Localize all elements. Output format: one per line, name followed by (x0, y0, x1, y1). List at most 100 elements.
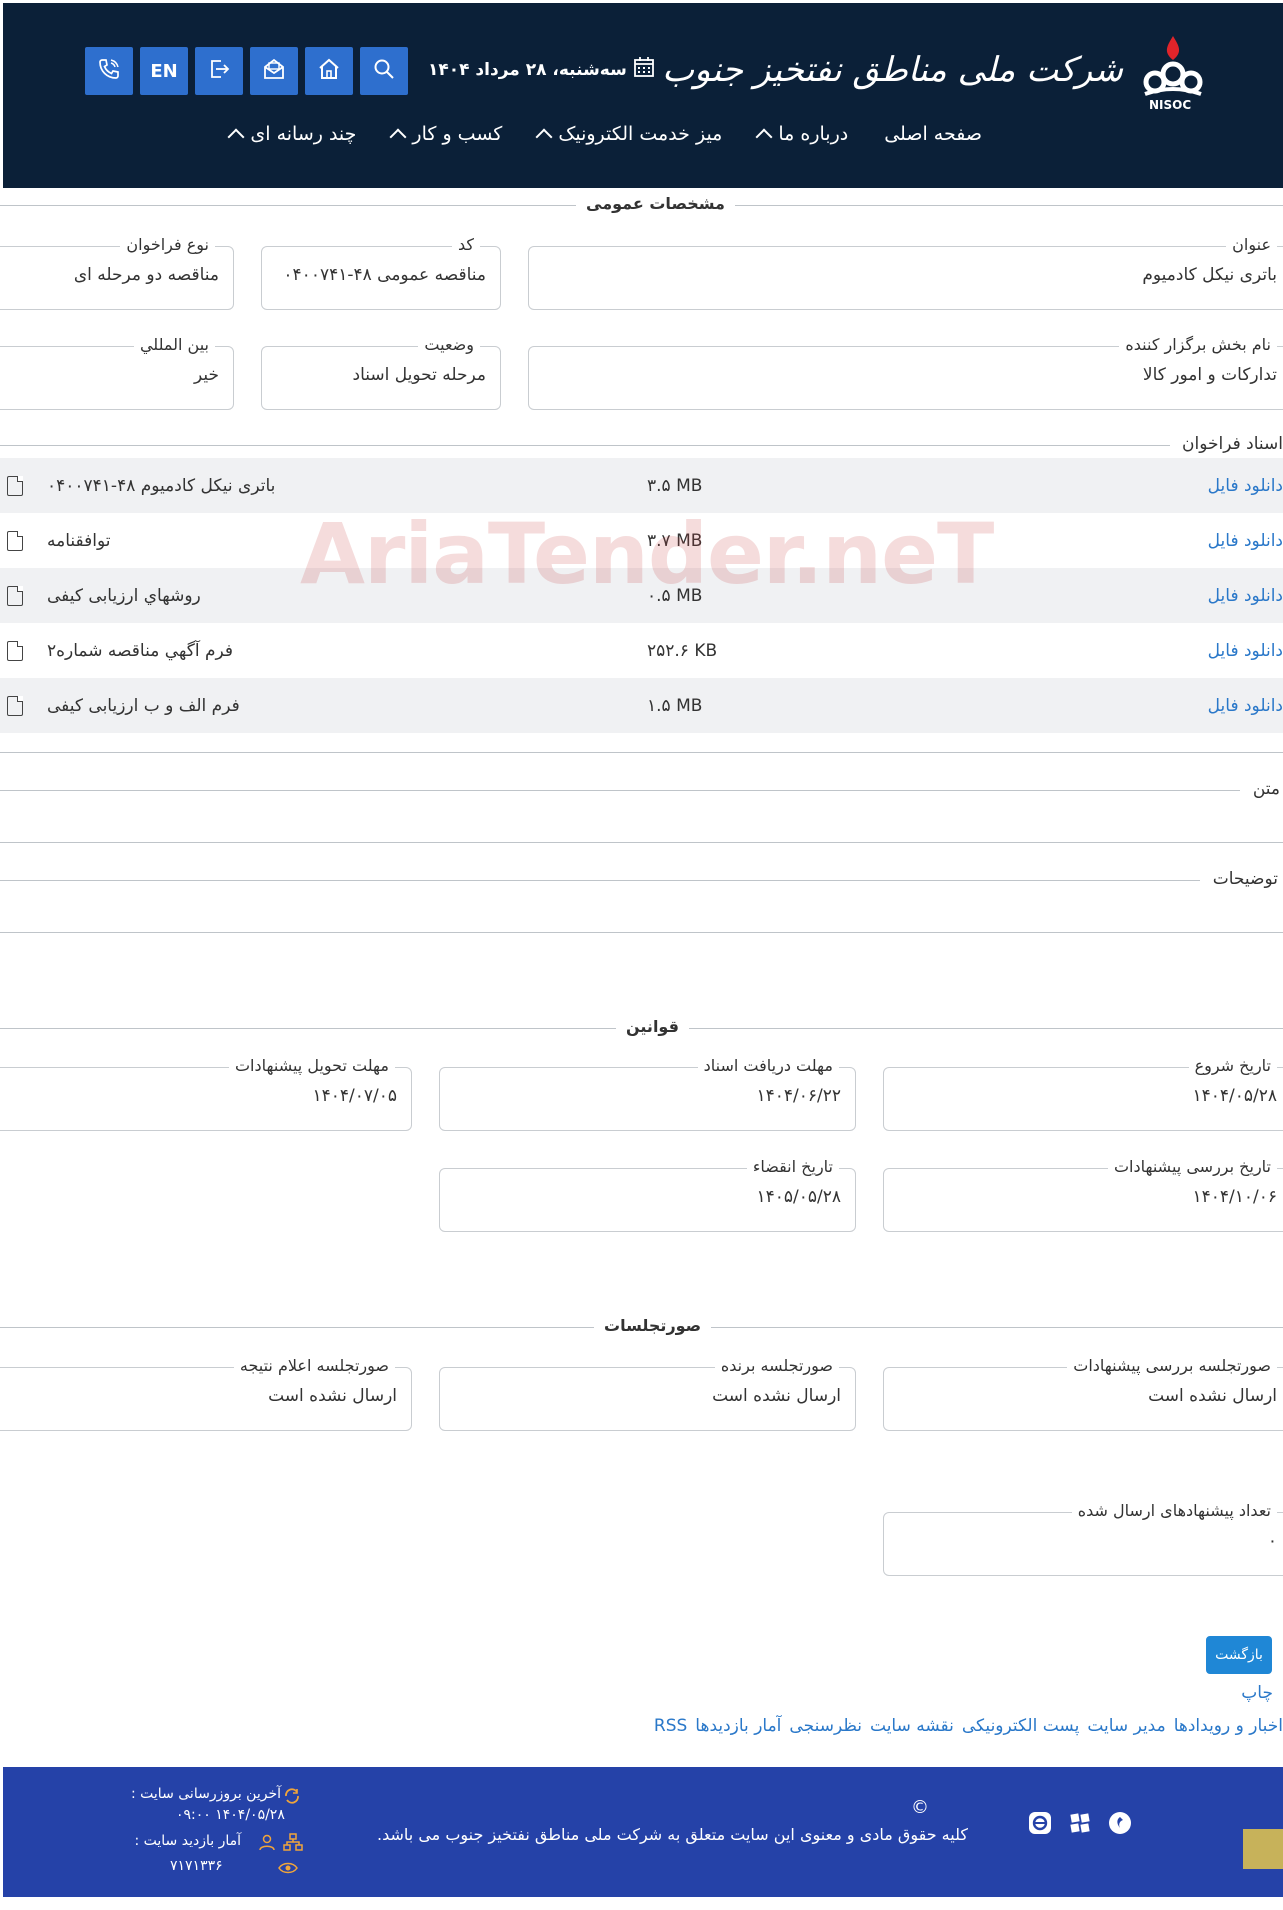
footer-links: اخبار و رویدادها مدیر سایت پست الکترونیک… (654, 1716, 1283, 1736)
nav-item-multimedia[interactable]: چند رسانه ای (212, 123, 374, 146)
download-file-link[interactable]: دانلود فایل (1208, 531, 1283, 551)
user-icon (258, 1833, 276, 1855)
search-button[interactable] (360, 47, 408, 95)
minutes-section-title: صورتجلسات (594, 1316, 712, 1335)
home-icon (317, 57, 341, 85)
copyright-symbol: © (911, 1797, 929, 1818)
scroll-to-top-button[interactable] (1243, 1829, 1283, 1869)
call-type-value: مناقصه دو مرحله ای (73, 265, 219, 285)
international-value: خیر (193, 365, 219, 385)
windows-icon[interactable] (1068, 1811, 1092, 1839)
text-divider (0, 790, 1240, 791)
document-size: ۲۵۲.۶ KB (647, 640, 718, 661)
document-row: فرم الف و ب ارزيابی كيفی ۱.۵ MB دانلود ف… (0, 678, 1283, 733)
english-language-button[interactable]: EN (140, 47, 188, 95)
code-field: کد مناقصه عمومی ۴۸-۰۴۰۰۷۴۱ (261, 235, 501, 310)
winner-minutes-label: صورتجلسه برنده (714, 1356, 839, 1375)
nav-item-home[interactable]: صفحه اصلی (866, 123, 1000, 145)
nav-label: چند رسانه ای (250, 123, 357, 145)
footer-link-stats[interactable]: آمار بازدیدها (695, 1716, 781, 1736)
download-file-link[interactable]: دانلود فایل (1208, 586, 1283, 606)
organizer-label: نام بخش برگزار کننده (1119, 335, 1277, 354)
download-file-link[interactable]: دانلود فایل (1208, 476, 1283, 496)
logo-caption: NISOC (1149, 98, 1192, 112)
title-label: عنوان (1226, 235, 1277, 254)
date-text: سه‌شنبه، ۲۸ مرداد ۱۴۰۴ (428, 59, 627, 80)
login-button[interactable] (195, 47, 243, 95)
document-size: ۱.۵ MB (647, 695, 703, 716)
document-name: باتری نیکل کادمیوم ۴۸-۰۴۰۰۷۴۱ (47, 475, 276, 496)
chevron-up-icon (535, 128, 553, 146)
nisoc-logo-icon: NISOC (1133, 30, 1213, 112)
review-date-value: ۱۴۰۴/۱۰/۰۶ (1192, 1187, 1277, 1207)
notes-divider (0, 880, 1200, 881)
result-minutes-value: ارسال نشده است (268, 1386, 397, 1406)
notes-label: توضیحات (1204, 869, 1278, 889)
print-link[interactable]: چاپ (1241, 1683, 1273, 1703)
review-minutes-value: ارسال نشده است (1148, 1386, 1277, 1406)
login-icon (207, 57, 231, 85)
nav-label: میز خدمت الکترونیک (558, 123, 723, 145)
offer-deadline-label: مهلت تحویل پیشنهادات (228, 1056, 395, 1075)
download-file-link[interactable]: دانلود فایل (1208, 641, 1283, 661)
status-label: وضعیت (418, 335, 480, 354)
nav-item-business[interactable]: کسب و کار (374, 123, 520, 146)
home-button[interactable] (305, 47, 353, 95)
general-section-title: مشخصات عمومی (576, 194, 735, 213)
file-icon (7, 585, 23, 606)
footer-link-site-admin[interactable]: مدیر سایت (1087, 1716, 1165, 1736)
call-type-field: نوع فراخوان مناقصه دو مرحله ای (0, 235, 234, 310)
document-name: فرم الف و ب ارزيابی كيفی (47, 695, 240, 716)
text-label: متن (1244, 779, 1280, 799)
footer-link-email[interactable]: پست الکترونیکی (962, 1716, 1079, 1736)
nav-label: صفحه اصلی (884, 123, 982, 145)
mail-button[interactable] (250, 47, 298, 95)
offer-count-field: تعداد پیشنهادهای ارسال شده ۰ (883, 1501, 1283, 1576)
current-date: سه‌شنبه، ۲۸ مرداد ۱۴۰۴ (428, 56, 655, 83)
start-date-label: تاریخ شروع (1188, 1056, 1277, 1075)
document-deadline-field: مهلت دریافت اسناد ۱۴۰۴/۰۶/۲۲ (439, 1056, 856, 1131)
nav-item-about[interactable]: درباره ما (740, 123, 866, 146)
organizer-value: تدارکات و امور کالا (1142, 365, 1277, 385)
footer-link-news[interactable]: اخبار و رویدادها (1174, 1716, 1283, 1736)
file-icon (7, 475, 23, 496)
logo-text: شرکت ملی مناطق نفتخیز جنوب (662, 50, 1123, 90)
start-date-field: تاریخ شروع ۱۴۰۴/۰۵/۲۸ (883, 1056, 1283, 1131)
back-button[interactable]: بازگشت (1206, 1636, 1272, 1674)
footer-link-rss[interactable]: RSS (654, 1716, 687, 1736)
visits-value: ۷۱۷۱۳۳۶ (170, 1858, 223, 1874)
winner-minutes-field: صورتجلسه برنده ارسال نشده است (439, 1356, 856, 1431)
contact-button[interactable] (85, 47, 133, 95)
documents-label: اسناد فراخوان (1174, 434, 1283, 454)
divider (0, 842, 1283, 843)
document-name: توافقنامه (47, 530, 111, 551)
site-footer: © کلیه حقوق مادی و معنوی این سایت متعلق … (3, 1767, 1283, 1897)
document-name: روشهاي ارزيابی كيفی (47, 585, 201, 606)
nav-label: درباره ما (778, 123, 849, 145)
rules-section-title: قوانین (616, 1017, 689, 1036)
phone-icon (97, 57, 121, 85)
footer-link-poll[interactable]: نظرسنجی (789, 1716, 862, 1736)
international-label: بین المللي (133, 335, 215, 354)
site-logo[interactable]: NISOC شرکت ملی مناطق نفتخیز جنوب (662, 25, 1213, 115)
social-e-icon[interactable] (1028, 1811, 1052, 1839)
divider (0, 752, 1283, 753)
title-value: باتری نیکل کادمیوم (1142, 265, 1277, 285)
expiry-date-field: تاریخ انقضاء ۱۴۰۵/۰۵/۲۸ (439, 1157, 856, 1232)
nav-item-e-services[interactable]: میز خدمت الکترونیک (520, 123, 740, 146)
divider (0, 932, 1283, 933)
code-label: کد (451, 235, 480, 254)
start-date-value: ۱۴۰۴/۰۵/۲۸ (1192, 1086, 1277, 1106)
chevron-up-icon (227, 128, 245, 146)
download-file-link[interactable]: دانلود فایل (1208, 696, 1283, 716)
offer-deadline-value: ۱۴۰۴/۰۷/۰۵ (312, 1086, 397, 1106)
offer-deadline-field: مهلت تحویل پیشنهادات ۱۴۰۴/۰۷/۰۵ (0, 1056, 412, 1131)
offer-count-label: تعداد پیشنهادهای ارسال شده (1071, 1501, 1277, 1520)
document-size: ۳.۵ MB (647, 475, 703, 496)
footer-link-sitemap[interactable]: نقشه سایت (870, 1716, 954, 1736)
twitter-icon[interactable] (1108, 1811, 1132, 1839)
file-icon (7, 640, 23, 661)
expiry-date-value: ۱۴۰۵/۰۵/۲۸ (756, 1187, 841, 1207)
document-deadline-label: مهلت دریافت اسناد (697, 1056, 839, 1075)
review-minutes-field: صورتجلسه بررسی پیشنهادات ارسال نشده است (883, 1356, 1283, 1431)
